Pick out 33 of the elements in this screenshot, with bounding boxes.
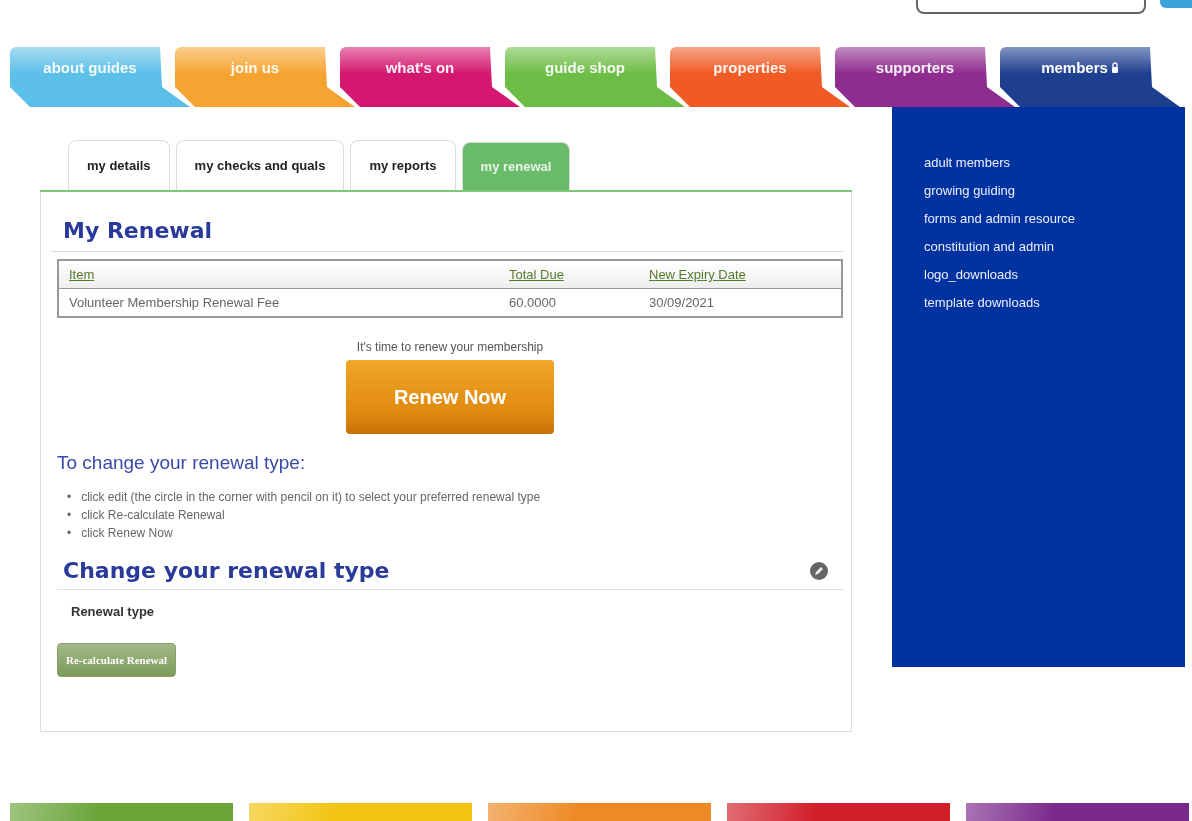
instruction-item: click Re-calculate Renewal — [81, 507, 225, 524]
sidebar-link[interactable]: growing guiding — [924, 183, 1185, 198]
sidebar-link[interactable]: forms and admin resource — [924, 211, 1185, 226]
section-heading: Change your renewal type — [63, 558, 390, 583]
search-field[interactable] — [916, 0, 1146, 14]
instructions-title: To change your renewal type: — [57, 452, 307, 474]
tab[interactable]: my reports — [350, 140, 456, 190]
sidebar-link[interactable]: constitution and admin — [924, 239, 1185, 254]
nav-tab[interactable]: supporters — [835, 47, 1015, 107]
edit-icon[interactable] — [809, 560, 829, 581]
column-header[interactable]: Total Due — [499, 260, 639, 289]
column-header[interactable]: New Expiry Date — [639, 260, 842, 289]
tab[interactable]: my checks and quals — [175, 140, 345, 190]
nav-tab[interactable]: what's on — [340, 47, 520, 107]
nav-tab[interactable]: members — [1000, 47, 1180, 107]
list-bullet: • — [67, 489, 72, 506]
renew-prompt: It's time to renew your membership — [355, 340, 545, 354]
instruction-item: click edit (the circle in the corner with pencil on it) to select your preferred renewal type — [81, 489, 541, 506]
tab[interactable]: my details — [68, 140, 170, 190]
column-header[interactable]: Item — [58, 260, 499, 289]
table-cell: Volunteer Membership Renewal Fee — [58, 288, 499, 317]
page-heading: My Renewal — [63, 218, 214, 245]
field-label: Renewal type — [71, 604, 156, 619]
sidebar-link[interactable]: logo_downloads — [924, 267, 1185, 282]
table-cell: 30/09/2021 — [639, 288, 842, 317]
list-bullet: • — [67, 507, 72, 524]
instruction-item: click Renew Now — [81, 525, 173, 542]
table-cell: 60.0000 — [499, 288, 639, 317]
sidebar-link[interactable]: adult members — [924, 155, 1185, 170]
list-bullet: • — [67, 525, 72, 542]
sidebar-link[interactable]: template downloads — [924, 295, 1185, 310]
nav-tab[interactable]: properties — [670, 47, 850, 107]
lock-icon — [1110, 61, 1119, 74]
